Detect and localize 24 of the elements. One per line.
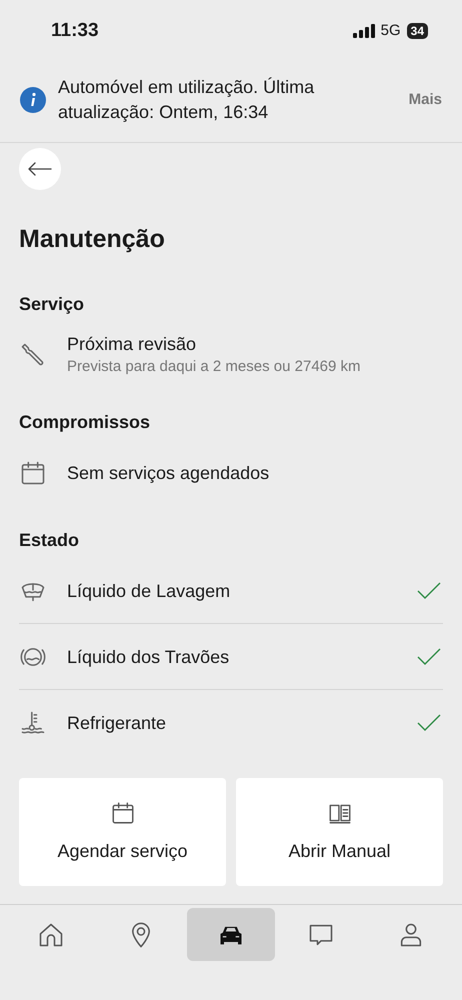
info-icon [20,87,46,114]
banner-message: Automóvel em utilização. Última atualização: Ontem, 16:34 [58,76,316,124]
item-detail: Prevista para daqui a 2 meses ou 27469 km [67,357,362,378]
item-label: Próxima revisão [67,333,198,356]
action-button[interactable]: Abrir Manual [236,778,443,886]
signal-icon [352,24,375,38]
back-arrow-icon [28,162,52,176]
item-label: Líquido de Lavagem [67,580,232,603]
section-heading: Estado [19,529,80,552]
item-label: Líquido dos Travões [67,646,230,669]
calendar-icon [110,800,136,826]
more-link[interactable]: Mais [408,88,442,112]
section-heading: Serviço [19,293,86,316]
status-time: 11:33 [51,18,99,43]
battery-indicator: 34 [406,23,428,40]
page-title: Manutenção [19,224,166,254]
back-button[interactable] [19,148,61,190]
item-label: Refrigerante [67,712,168,736]
nav-tab[interactable] [187,908,275,962]
section-heading: Compromissos [19,411,152,434]
item-label: Sem serviços agendados [67,462,270,486]
calendar-icon [19,459,47,488]
action-button[interactable]: Agendar serviço [19,778,226,886]
network-label: 5G [380,20,401,41]
